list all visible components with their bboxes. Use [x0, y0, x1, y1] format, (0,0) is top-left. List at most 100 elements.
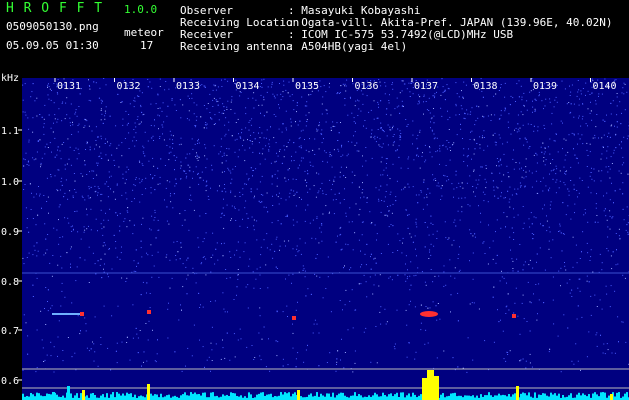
histogram-bar — [38, 393, 40, 400]
histogram-bar — [562, 394, 564, 400]
histogram-bar — [34, 396, 36, 400]
histogram-bar — [624, 393, 626, 400]
histogram-bar — [124, 395, 126, 400]
histogram-bar — [450, 393, 452, 400]
histogram-bar — [288, 392, 290, 400]
histogram-bar — [212, 392, 214, 400]
histogram-bar — [188, 395, 190, 400]
histogram-bar — [476, 395, 478, 400]
histogram-bar — [392, 396, 394, 400]
histogram-bar — [552, 394, 554, 400]
histogram-bar — [274, 396, 276, 400]
histogram-bar — [174, 395, 176, 400]
histogram-bar — [256, 394, 258, 400]
histogram-bar — [550, 392, 552, 400]
histogram-bar — [326, 393, 328, 400]
histogram-bar — [280, 392, 282, 400]
histogram-bar — [506, 396, 508, 400]
histogram-bar — [70, 393, 72, 400]
histogram-bar — [496, 395, 498, 400]
histogram-bar — [480, 394, 482, 400]
histogram-bar — [570, 393, 572, 400]
histogram-bar — [222, 394, 224, 400]
histogram-bar — [198, 394, 200, 400]
meteor-echo — [292, 316, 296, 320]
histogram-bar — [172, 396, 174, 400]
histogram-bar — [380, 396, 382, 400]
histogram-bar — [408, 393, 410, 400]
histogram-bar — [184, 392, 186, 400]
histogram-bar — [320, 393, 322, 400]
histogram-bar — [368, 395, 370, 400]
histogram-bar — [494, 395, 496, 400]
histogram-bar — [204, 392, 206, 400]
histogram-bar — [262, 392, 264, 400]
histogram-bar — [464, 395, 466, 400]
histogram-bar — [312, 396, 314, 400]
histogram-bar — [350, 395, 352, 400]
histogram-bar — [626, 392, 628, 400]
histogram-bar — [196, 394, 198, 400]
histogram-bar — [134, 394, 136, 400]
histogram-bar — [244, 396, 246, 400]
histogram-peak — [516, 386, 519, 400]
histogram-bar — [454, 392, 456, 400]
histogram-bar — [106, 393, 108, 400]
histogram-bar — [538, 394, 540, 400]
histogram-bar — [488, 392, 490, 400]
histogram-bar — [576, 394, 578, 400]
spectrogram: 0131 0132 0133 0134 0135 0136 0137 0138 0139 0140 — [22, 78, 629, 400]
histogram-bar — [94, 394, 96, 400]
y-tick-label: 0.6 — [1, 376, 19, 387]
histogram-bar — [156, 394, 158, 400]
histogram-bar — [616, 392, 618, 400]
histogram-bar — [314, 395, 316, 400]
histogram-bar — [80, 393, 82, 400]
histogram-bar — [284, 392, 286, 400]
meteor-count: 17 — [140, 39, 154, 52]
histogram-bar — [310, 393, 312, 400]
histogram-bar — [374, 392, 376, 400]
histogram-bar — [502, 394, 504, 400]
histogram-bar — [544, 393, 546, 400]
histogram-peak — [67, 386, 70, 400]
histogram-bar — [596, 394, 598, 400]
histogram-bar — [484, 395, 486, 400]
histogram-bar — [592, 393, 594, 400]
histogram-bar — [234, 393, 236, 400]
histogram-bar — [452, 393, 454, 400]
time-label: 0136 — [355, 81, 379, 92]
histogram-bar — [604, 392, 606, 400]
histogram-bar — [76, 393, 78, 400]
histogram-bar — [140, 395, 142, 400]
histogram-bar — [166, 395, 168, 400]
histogram-bar — [522, 392, 524, 400]
histogram-bar — [394, 394, 396, 400]
histogram-bar — [48, 393, 50, 400]
histogram-peak — [82, 390, 85, 400]
y-tick-label: 1.0 — [1, 177, 19, 188]
histogram-bar — [126, 392, 128, 400]
filename: 0509050130.png — [6, 20, 99, 33]
histogram-bar — [514, 393, 516, 400]
histogram-peak — [610, 394, 613, 400]
antenna-value: : A504HB(yagi 4el) — [288, 40, 408, 53]
histogram-bar — [352, 395, 354, 400]
histogram-bar — [328, 393, 330, 400]
histogram-bar — [92, 392, 94, 400]
histogram-bar — [42, 396, 44, 400]
histogram-bar — [316, 392, 318, 400]
histogram-peak — [147, 384, 150, 400]
histogram-bar — [250, 394, 252, 400]
histogram-bar — [120, 395, 122, 400]
histogram-bar — [412, 392, 414, 400]
histogram-bar — [534, 392, 536, 400]
meteor-echo — [80, 312, 84, 316]
histogram-bar — [582, 393, 584, 400]
histogram-bar — [400, 392, 402, 400]
histogram-bar — [386, 396, 388, 400]
histogram-bar — [508, 394, 510, 400]
histogram-bar — [182, 394, 184, 400]
histogram-bar — [292, 393, 294, 400]
histogram-bar — [500, 395, 502, 400]
